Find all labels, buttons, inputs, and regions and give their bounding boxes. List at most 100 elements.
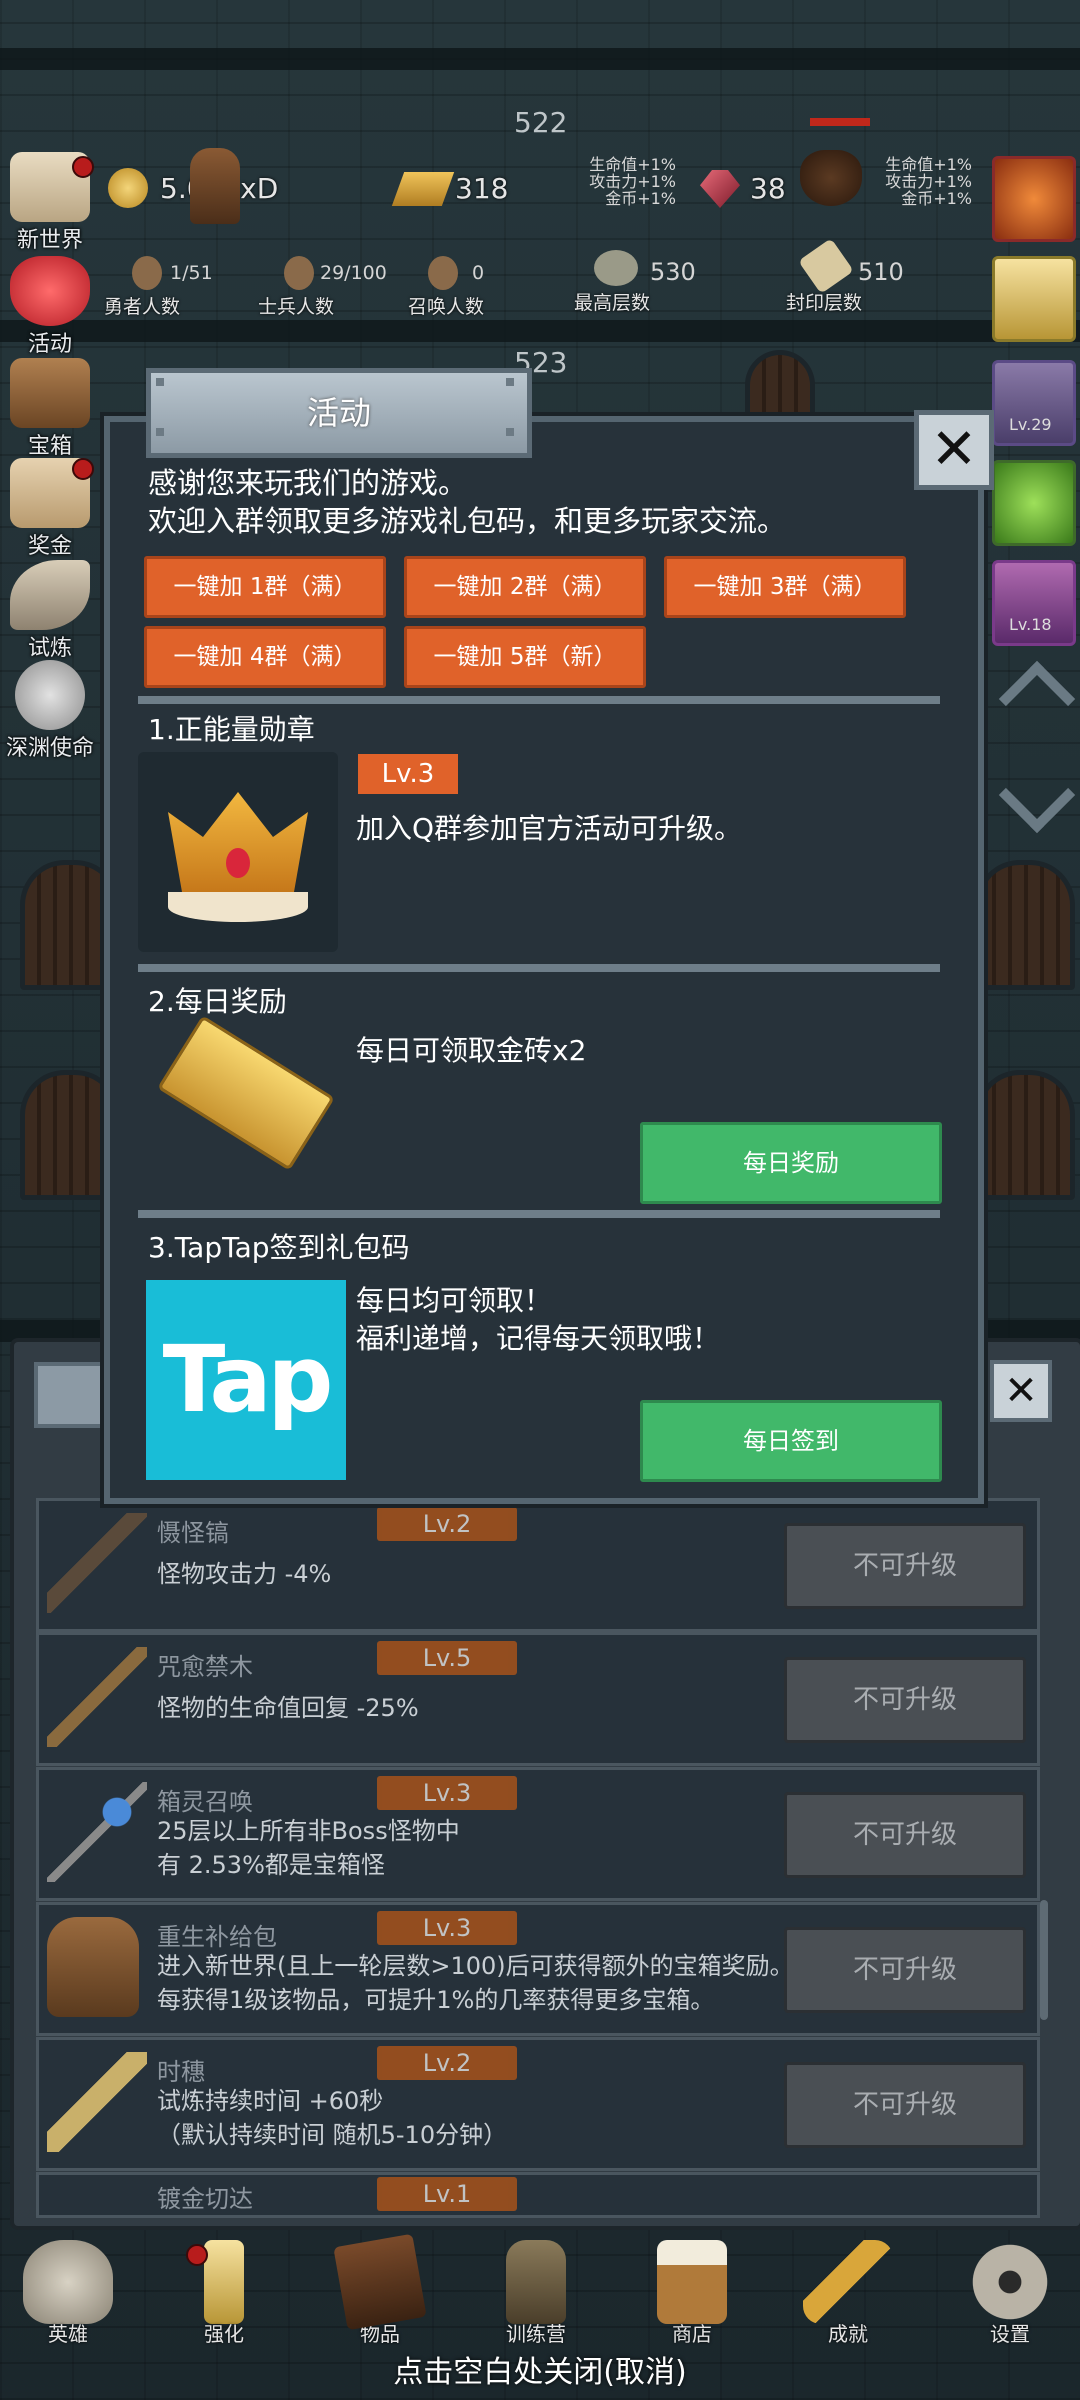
side-menu-activity[interactable]: 活动 <box>0 256 100 357</box>
join-group-3-button[interactable]: 一键加 3群（满） <box>664 556 906 618</box>
upgrade-item: 重生补给包 Lv.3 进入新世界(且上一轮层数>100)后可获得额外的宝箱奖励。… <box>36 1902 1040 2036</box>
fire-fruit-icon[interactable] <box>992 156 1076 242</box>
upgrade-level: Lv.5 <box>377 1641 517 1675</box>
nav-label: 训练营 <box>506 2322 566 2346</box>
upgrade-description-line: 每获得1级该物品，可提升1%的几率获得更多宝箱。 <box>157 1986 715 2014</box>
upgrade-item: 咒愈禁木 Lv.5 怪物的生命值回复 -25% 不可升级 <box>36 1632 1040 1766</box>
nav-hero[interactable]: 英雄 <box>8 2240 128 2350</box>
upgrade-description: 试炼持续时间 +60秒 （默认持续时间 随机5-10分钟） <box>157 2084 507 2152</box>
side-menu-label: 深渊使命 <box>5 736 94 761</box>
chest-buff-icon[interactable]: Lv.29 <box>992 360 1076 446</box>
side-menu-label: 新世界 <box>16 228 83 253</box>
soldier-count-label: 士兵人数 <box>258 296 335 318</box>
upgrade-description: 怪物攻击力 -4% <box>157 1557 331 1591</box>
soldier-count: 29/100 <box>320 262 387 284</box>
soldier-head-icon <box>284 256 314 290</box>
join-group-2-button[interactable]: 一键加 2群（满） <box>404 556 646 618</box>
mage-buff-icon[interactable]: Lv.18 <box>992 560 1076 646</box>
side-menu-new-world[interactable]: 新世界 <box>0 152 100 253</box>
highest-floor: 530 <box>650 258 696 286</box>
upgrade-description-line: 怪物的生命值回复 -25% <box>157 1694 419 1722</box>
medal-frame <box>138 752 338 952</box>
sealed-floor-label: 封印层数 <box>786 292 863 314</box>
hero-count-label: 勇者人数 <box>104 296 181 318</box>
nav-items[interactable]: 物品 <box>320 2233 440 2350</box>
upgrade-description-line: 怪物攻击力 -4% <box>157 1560 332 1588</box>
taptap-description: 每日均可领取！ 福利递增，记得每天领取哦！ <box>356 1282 720 1358</box>
upgrade-description-line: 进入新世界(且上一轮层数>100)后可获得额外的宝箱奖励。 <box>157 1952 794 1980</box>
hero-head-icon <box>132 256 162 290</box>
upgrade-description-line: 试炼持续时间 +60秒 <box>157 2087 384 2115</box>
side-menu-abyss[interactable]: 深渊使命 <box>0 660 100 761</box>
upgrade-name: 咒愈禁木 <box>157 1653 253 1681</box>
summon-count-label: 召唤人数 <box>408 296 485 318</box>
floor-divider <box>0 320 1080 342</box>
section-divider <box>138 696 940 704</box>
taptap-checkin-button[interactable]: 每日签到 <box>640 1400 942 1482</box>
daily-reward-button[interactable]: 每日奖励 <box>640 1122 942 1204</box>
nav-label: 商店 <box>672 2322 712 2346</box>
wand-icon <box>47 1782 147 1882</box>
upgrade-panel-close-button[interactable]: ✕ <box>990 1360 1052 1422</box>
modal-close-button[interactable]: ✕ <box>914 410 994 490</box>
side-menu-label: 宝箱 <box>27 434 72 459</box>
rivet <box>156 428 164 436</box>
upgrade-item: 慑怪镐 Lv.2 怪物攻击力 -4% 不可升级 <box>36 1498 1040 1632</box>
pickaxe-icon <box>47 1513 147 1613</box>
gem-amount: 38 <box>750 172 786 205</box>
floor-number: 522 <box>514 106 568 139</box>
monster-health-bar <box>810 118 870 126</box>
skull-icon <box>23 2240 113 2324</box>
hero-count: 1/51 <box>170 262 213 284</box>
highest-floor-label: 最高层数 <box>574 292 651 314</box>
upgrade-button[interactable]: 不可升级 <box>784 1523 1026 1609</box>
upgrade-button[interactable]: 不可升级 <box>784 1657 1026 1743</box>
notification-dot <box>72 156 94 178</box>
orb-icon <box>15 660 85 730</box>
medal-description: 加入Q群参加官方活动可升级。 <box>356 812 743 845</box>
side-menu-label: 奖金 <box>27 534 72 559</box>
upgrade-description: 进入新世界(且上一轮层数>100)后可获得额外的宝箱奖励。 每获得1级该物品，可提… <box>157 1949 794 2017</box>
upgrade-button[interactable]: 不可升级 <box>784 1927 1026 2013</box>
taptap-description-line: 福利递增，记得每天领取哦！ <box>356 1322 721 1355</box>
sealed-floor: 510 <box>858 258 904 286</box>
nav-settings[interactable]: 设置 <box>950 2240 1070 2350</box>
candle-buff-icon[interactable] <box>992 256 1076 342</box>
join-group-4-button[interactable]: 一键加 4群（满） <box>144 626 386 688</box>
section-title-daily: 2.每日奖励 <box>148 985 287 1018</box>
close-hint[interactable]: 点击空白处关闭(取消) <box>0 2347 1080 2391</box>
upgrade-name: 箱灵召唤 <box>157 1788 253 1816</box>
side-menu-label: 活动 <box>27 332 72 357</box>
upgrade-level: Lv.2 <box>377 1507 517 1541</box>
side-menu-bonus[interactable]: 奖金 <box>0 458 100 559</box>
upgrade-button[interactable]: 不可升级 <box>784 1792 1026 1878</box>
upgrade-list-scrollbar[interactable] <box>1040 1900 1048 2020</box>
crown-wing-icon <box>168 892 308 922</box>
slime-buff-icon[interactable] <box>992 460 1076 546</box>
upgrade-description-line: 25层以上所有非Boss怪物中 <box>157 1817 460 1845</box>
upgrade-button[interactable]: 不可升级 <box>784 2062 1026 2148</box>
nav-enhance[interactable]: 强化 <box>164 2240 284 2350</box>
intro-line: 感谢您来玩我们的游戏。 <box>148 466 468 500</box>
intro-line: 欢迎入群领取更多游戏礼包码，和更多玩家交流。 <box>148 504 787 538</box>
join-group-1-button[interactable]: 一键加 1群（满） <box>144 556 386 618</box>
upgrade-name: 时穗 <box>157 2058 205 2086</box>
nav-achievements[interactable]: 成就 <box>788 2240 908 2350</box>
join-group-5-button[interactable]: 一键加 5群（新） <box>404 626 646 688</box>
lantern-icon <box>506 2240 566 2324</box>
side-menu-trial[interactable]: 试炼 <box>0 560 100 661</box>
staff-icon <box>47 1647 147 1747</box>
nav-training[interactable]: 训练营 <box>476 2240 596 2350</box>
medal-level-badge: Lv.3 <box>358 754 458 794</box>
buff-text: 金币+1% <box>901 189 972 208</box>
side-menu-chest[interactable]: 宝箱 <box>0 358 100 459</box>
feather-icon <box>10 560 90 630</box>
upgrade-item: 镀金切达 Lv.1 <box>36 2172 1040 2218</box>
upgrade-name: 重生补给包 <box>157 1923 277 1951</box>
side-menu-label: 试炼 <box>27 636 72 661</box>
buff-text: 生命值+1% <box>589 155 676 174</box>
nav-shop[interactable]: 商店 <box>632 2240 752 2350</box>
upgrade-description: 怪物的生命值回复 -25% <box>157 1691 419 1725</box>
buff-list-left: 生命值+1% 攻击力+1% 金币+1% <box>560 156 676 207</box>
buff-level: Lv.18 <box>1009 615 1052 634</box>
